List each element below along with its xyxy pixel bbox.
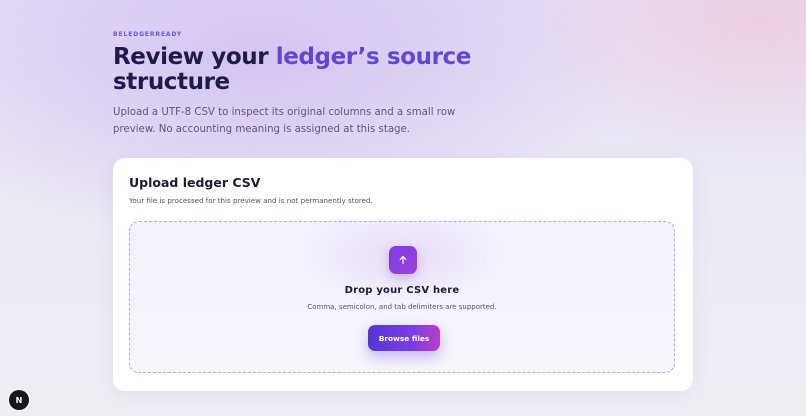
upload-card-description: Your file is processed for this preview … bbox=[129, 196, 373, 205]
csv-dropzone[interactable]: Drop your CSV here Comma, semicolon, and… bbox=[129, 221, 675, 373]
dropzone-title: Drop your CSV here bbox=[344, 285, 460, 296]
next-logo-icon[interactable]: N bbox=[9, 390, 29, 410]
page-title-part2: structure bbox=[113, 69, 230, 95]
brand-eyebrow: BELEDGERREADY bbox=[113, 31, 183, 38]
page-subtitle: Upload a UTF-8 CSV to inspect its origin… bbox=[113, 107, 456, 135]
page-title-accent: ledger’s source bbox=[275, 44, 472, 70]
dropzone-description: Comma, semicolon, and tab delimiters are… bbox=[307, 303, 497, 311]
upload-card: Upload ledger CSV Your file is processed… bbox=[113, 158, 693, 391]
arrow-up-icon bbox=[389, 246, 417, 274]
page-title: Review your ledger’s source structure bbox=[113, 45, 473, 95]
page-title-part1: Review your bbox=[113, 44, 276, 70]
browse-files-button[interactable]: Browse files bbox=[368, 325, 440, 351]
dev-badge-label: N bbox=[15, 395, 23, 405]
upload-card-title: Upload ledger CSV bbox=[129, 175, 261, 190]
